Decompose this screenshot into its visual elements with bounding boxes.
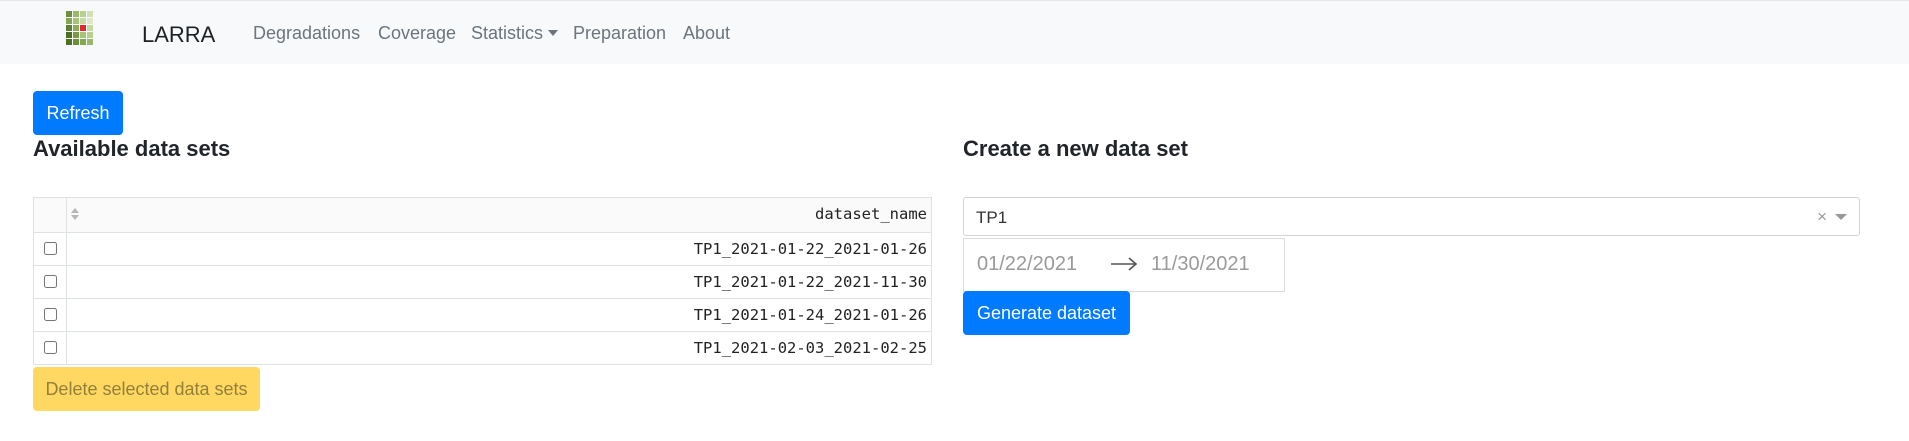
table-row: TP1_2021-01-22_2021-11-30 [34,265,931,298]
nav-link-coverage[interactable]: Coverage [378,23,456,44]
date-range-picker: 01/22/2021 11/30/2021 [963,238,1285,292]
row-select-cell [34,233,67,265]
table-row: TP1_2021-01-24_2021-01-26 [34,298,931,331]
nav-link-statistics[interactable]: Statistics [471,23,559,44]
row-checkbox[interactable] [44,242,57,255]
generate-dataset-button[interactable]: Generate dataset [963,291,1130,335]
arrow-right-icon [1111,257,1138,271]
table-row: TP1_2021-02-03_2021-02-25 [34,331,931,364]
sort-icon[interactable] [70,206,80,222]
dataset-source-select[interactable]: TP1 × [963,197,1860,236]
caret-down-icon [548,30,559,36]
dataset-name-cell: TP1_2021-01-24_2021-01-26 [693,306,927,324]
row-select-cell [34,332,67,364]
header-select-cell [34,198,67,232]
larra-logo-icon[interactable] [65,11,101,47]
dataset-name-cell: TP1_2021-01-22_2021-11-30 [693,273,927,291]
chevron-down-icon[interactable] [1835,214,1847,220]
row-select-cell [34,299,67,331]
delete-selected-button[interactable]: Delete selected data sets [33,367,260,411]
nav-link-degradations[interactable]: Degradations [253,23,360,44]
select-value: TP1 [976,208,1008,227]
create-dataset-title: Create a new data set [963,136,1188,161]
nav-link-about[interactable]: About [683,23,730,44]
dataset-name-cell: TP1_2021-02-03_2021-02-25 [693,339,927,357]
row-checkbox[interactable] [44,308,57,321]
dataset-name-cell: TP1_2021-01-22_2021-01-26 [693,240,927,258]
available-datasets-title: Available data sets [33,136,231,161]
row-checkbox[interactable] [44,341,57,354]
end-date-input[interactable]: 11/30/2021 [1151,253,1250,276]
start-date-input[interactable]: 01/22/2021 [977,253,1077,276]
refresh-button[interactable]: Refresh [33,91,123,135]
column-header-dataset-name[interactable]: dataset_name [815,205,927,223]
row-checkbox[interactable] [44,275,57,288]
clear-icon[interactable]: × [1817,207,1827,227]
navbar-brand[interactable]: LARRA [142,22,215,48]
row-select-cell [34,266,67,298]
nav-link-statistics-label: Statistics [471,23,544,43]
table-row: TP1_2021-01-22_2021-01-26 [34,232,931,265]
nav-link-preparation[interactable]: Preparation [573,23,666,44]
datasets-table: dataset_name TP1_2021-01-22_2021-01-26 T… [33,197,932,365]
table-header-row: dataset_name [34,198,931,232]
top-navbar: LARRA Degradations Coverage Statistics P… [0,0,1909,64]
